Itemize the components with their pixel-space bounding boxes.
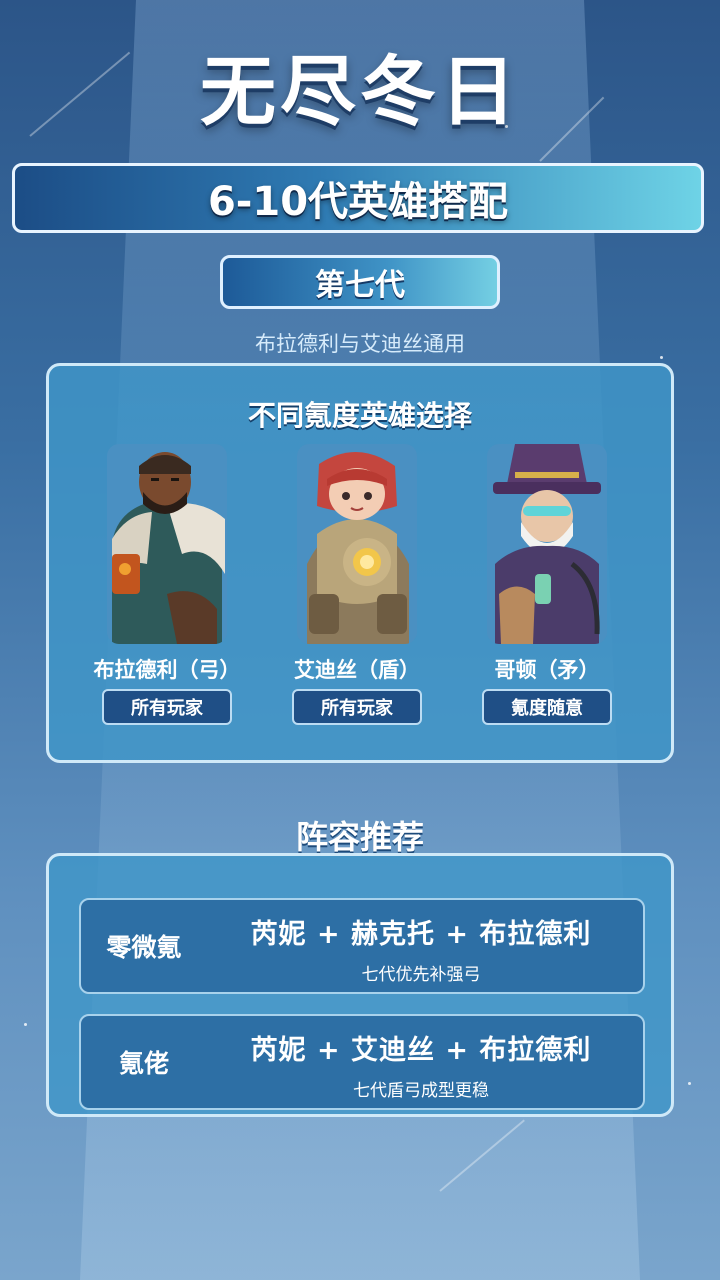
lineup-row[interactable]: 氪佬 芮妮 + 艾迪丝 + 布拉德利 七代盾弓成型更稳 bbox=[79, 1014, 645, 1110]
background-sparkle bbox=[24, 1023, 27, 1026]
hero-panel-title: 不同氪度英雄选择 bbox=[247, 399, 472, 432]
lineup-label: 氪佬 bbox=[118, 1049, 169, 1078]
generation-note: 布拉德利与艾迪丝通用 bbox=[255, 332, 465, 356]
lineup-panel: 零微氪 芮妮 + 赫克托 + 布拉德利 七代优先补强弓 氪佬 芮妮 + 艾迪丝 … bbox=[46, 853, 674, 1117]
hero-card-gordon[interactable]: 哥顿（矛） 氪度随意 bbox=[467, 444, 627, 734]
hero-card-bradley[interactable]: 布拉德利（弓） 所有玩家 bbox=[87, 444, 247, 734]
hero-name: 布拉德利（弓） bbox=[93, 658, 241, 682]
bradley-portrait-icon bbox=[107, 444, 227, 644]
hero-tag: 所有玩家 bbox=[102, 689, 232, 725]
hero-card-edith[interactable]: 艾迪丝（盾） 所有玩家 bbox=[277, 444, 437, 734]
lineup-combo: 芮妮 + 赫克托 + 布拉德利 bbox=[250, 919, 592, 950]
hero-tag: 所有玩家 bbox=[292, 689, 422, 725]
banner-header: 6-10代英雄搭配 bbox=[12, 163, 704, 233]
lineup-note: 七代盾弓成型更稳 bbox=[353, 1081, 489, 1101]
lineup-row[interactable]: 零微氪 芮妮 + 赫克托 + 布拉德利 七代优先补强弓 bbox=[79, 898, 645, 994]
lineup-combo: 芮妮 + 艾迪丝 + 布拉德利 bbox=[250, 1035, 592, 1066]
generation-tab[interactable]: 第七代 bbox=[220, 255, 500, 309]
hero-name: 艾迪丝（盾） bbox=[294, 658, 420, 682]
hero-name: 哥顿（矛） bbox=[494, 658, 600, 682]
lineups-title: 阵容推荐 bbox=[295, 818, 424, 856]
background-streak bbox=[439, 1119, 525, 1192]
hero-tag: 氪度随意 bbox=[482, 689, 612, 725]
edith-portrait-icon bbox=[297, 444, 417, 644]
gordon-portrait-icon bbox=[487, 444, 607, 644]
background-sparkle bbox=[688, 1082, 691, 1085]
generation-label: 第七代 bbox=[315, 268, 405, 303]
lineup-label: 零微氪 bbox=[106, 933, 182, 962]
app-title: 无尽冬日 bbox=[200, 47, 520, 136]
lineup-note: 七代优先补强弓 bbox=[361, 965, 481, 985]
hero-selection-panel: 不同氪度英雄选择 布拉德利（弓） 所有玩家 艾迪丝（盾） 所有玩家 哥顿（矛） … bbox=[46, 363, 674, 763]
banner-title: 6-10代英雄搭配 bbox=[207, 179, 509, 225]
